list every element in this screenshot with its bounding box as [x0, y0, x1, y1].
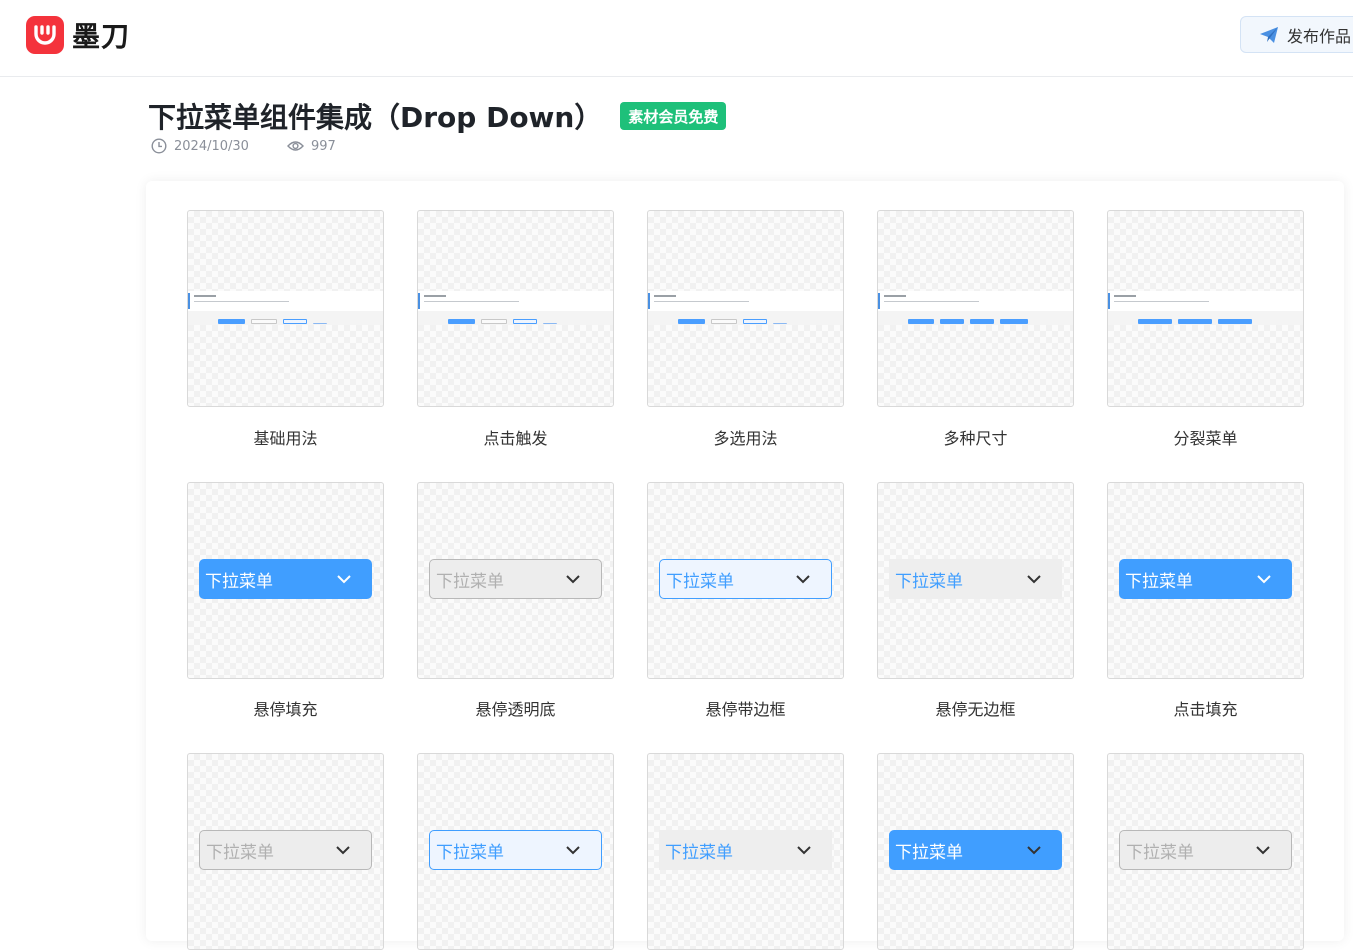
eye-icon: [286, 141, 304, 151]
thumb-click-fill[interactable]: 下拉菜单: [1107, 482, 1304, 679]
mini-preview: [878, 291, 1073, 325]
thumb-basic-usage[interactable]: [187, 210, 384, 407]
mini-preview: [188, 291, 383, 325]
logo[interactable]: 墨刀: [26, 16, 130, 54]
caption: 悬停无边框: [935, 700, 1016, 719]
chevron-down-icon: [1257, 575, 1271, 584]
chevron-down-icon: [566, 846, 580, 855]
chevron-down-icon: [566, 575, 580, 584]
caption: 悬停带边框: [705, 700, 786, 719]
dropdown-preview: 下拉菜单: [199, 559, 372, 599]
dropdown-preview: 下拉菜单: [199, 830, 372, 870]
dropdown-label: 下拉菜单: [1125, 571, 1193, 592]
chevron-down-icon: [1256, 846, 1270, 855]
thumb-row3-1[interactable]: 下拉菜单: [187, 753, 384, 950]
thumb-row3-2[interactable]: 下拉菜单: [417, 753, 614, 950]
dropdown-label: 下拉菜单: [665, 842, 733, 863]
caption: 多种尺寸: [943, 429, 1008, 448]
caption: 悬停透明底: [475, 700, 556, 719]
dropdown-label: 下拉菜单: [895, 571, 963, 592]
dropdown-label: 下拉菜单: [1126, 842, 1194, 863]
thumb-hover-no-border[interactable]: 下拉菜单: [877, 482, 1074, 679]
dropdown-label: 下拉菜单: [895, 842, 963, 863]
logo-mark-icon: [26, 16, 64, 54]
logo-text: 墨刀: [72, 20, 131, 53]
member-free-badge: 素材会员免费: [620, 102, 727, 130]
thumb-click-trigger[interactable]: [417, 210, 614, 407]
publish-date: 2024/10/30: [174, 138, 249, 154]
dropdown-label: 下拉菜单: [666, 571, 734, 592]
caption: 基础用法: [253, 429, 318, 448]
thumb-row3-5[interactable]: 下拉菜单: [1107, 753, 1304, 950]
gallery-panel: 基础用法 点击触发 多选用法 多种尺寸 分裂菜单 下拉菜单 悬停填充 下拉菜单 …: [146, 181, 1344, 950]
chevron-down-icon: [336, 846, 350, 855]
mini-preview: [1108, 291, 1303, 325]
dropdown-preview: 下拉菜单: [889, 830, 1062, 870]
publish-label: 发布作品: [1287, 26, 1352, 46]
dropdown-preview: 下拉菜单: [1119, 559, 1292, 599]
clock-icon: [151, 138, 167, 154]
mini-preview: [418, 291, 613, 325]
views-info: 997: [286, 138, 336, 154]
dropdown-preview: 下拉菜单: [429, 830, 602, 870]
caption: 悬停填充: [253, 700, 318, 719]
dropdown-label: 下拉菜单: [206, 842, 274, 863]
chevron-down-icon: [796, 575, 810, 584]
dropdown-preview: 下拉菜单: [659, 559, 832, 599]
dropdown-label: 下拉菜单: [436, 571, 504, 592]
title-row: 下拉菜单组件集成（Drop Down） 素材会员免费: [148, 96, 727, 136]
mini-preview: [648, 291, 843, 325]
thumb-row3-3[interactable]: 下拉菜单: [647, 753, 844, 950]
caption: 点击触发: [483, 429, 548, 448]
chevron-down-icon: [337, 575, 351, 584]
thumb-split-menu[interactable]: [1107, 210, 1304, 407]
paper-plane-icon: [1260, 26, 1278, 43]
caption: 点击填充: [1173, 700, 1238, 719]
thumb-multi-select[interactable]: [647, 210, 844, 407]
caption: 分裂菜单: [1173, 429, 1238, 448]
chevron-down-icon: [797, 846, 811, 855]
dropdown-preview: 下拉菜单: [429, 559, 602, 599]
publish-button[interactable]: 发布作品: [1240, 16, 1353, 53]
page-title: 下拉菜单组件集成（Drop Down）: [148, 101, 603, 134]
thumb-hover-fill[interactable]: 下拉菜单: [187, 482, 384, 679]
chevron-down-icon: [1027, 846, 1041, 855]
thumb-hover-transparent[interactable]: 下拉菜单: [417, 482, 614, 679]
thumb-sizes[interactable]: [877, 210, 1074, 407]
meta-info: 2024/10/30 997: [151, 138, 336, 154]
thumb-row3-4[interactable]: 下拉菜单: [877, 753, 1074, 950]
top-bar: 墨刀 发布作品: [0, 0, 1353, 77]
chevron-down-icon: [1027, 575, 1041, 584]
dropdown-preview: 下拉菜单: [1119, 830, 1292, 870]
caption: 多选用法: [713, 429, 778, 448]
dropdown-label: 下拉菜单: [205, 571, 273, 592]
thumb-hover-border[interactable]: 下拉菜单: [647, 482, 844, 679]
date-info: 2024/10/30: [151, 138, 249, 154]
view-count: 997: [310, 138, 336, 154]
dropdown-preview: 下拉菜单: [659, 830, 832, 870]
dropdown-preview: 下拉菜单: [889, 559, 1062, 599]
dropdown-label: 下拉菜单: [436, 842, 504, 863]
